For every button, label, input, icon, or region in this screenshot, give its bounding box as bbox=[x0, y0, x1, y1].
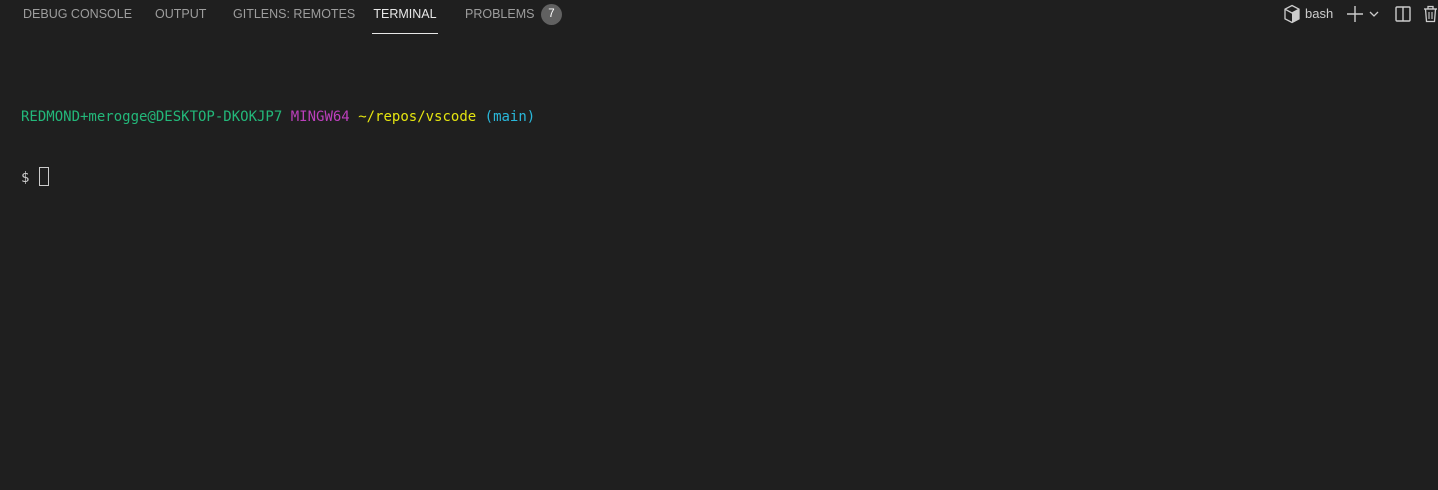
tab-gitlens-remotes[interactable]: GITLENS: REMOTES bbox=[233, 0, 355, 34]
split-terminal-icon[interactable] bbox=[1393, 3, 1413, 25]
shell-name-label[interactable]: bash bbox=[1305, 0, 1333, 28]
working-directory: ~/repos/vscode bbox=[358, 109, 477, 125]
terminal-cursor bbox=[38, 167, 49, 186]
git-branch: (main) bbox=[484, 109, 536, 125]
problems-count-badge: 7 bbox=[541, 4, 562, 25]
tab-output[interactable]: OUTPUT bbox=[155, 0, 206, 34]
prompt-line: $ bbox=[21, 167, 535, 187]
tab-problems[interactable]: PROBLEMS bbox=[465, 0, 534, 34]
terminal-output[interactable]: REDMOND+merogge@DESKTOP-DKOKJP7 MINGW64 … bbox=[21, 67, 535, 227]
panel-tab-bar: DEBUG CONSOLE OUTPUT GITLENS: REMOTES TE… bbox=[0, 0, 1438, 34]
tab-debug-console[interactable]: DEBUG CONSOLE bbox=[23, 0, 132, 34]
terminal-panel: DEBUG CONSOLE OUTPUT GITLENS: REMOTES TE… bbox=[0, 0, 1438, 490]
chevron-down-icon[interactable] bbox=[1368, 3, 1380, 25]
system-name: MINGW64 bbox=[290, 109, 350, 125]
plus-icon[interactable] bbox=[1346, 3, 1364, 25]
user-host: REDMOND+merogge@DESKTOP-DKOKJP7 bbox=[21, 109, 283, 125]
prompt-info-line: REDMOND+merogge@DESKTOP-DKOKJP7 MINGW64 … bbox=[21, 107, 535, 127]
box-icon[interactable] bbox=[1283, 4, 1301, 24]
trash-icon[interactable] bbox=[1423, 3, 1438, 25]
prompt-symbol: $ bbox=[21, 170, 30, 186]
tab-terminal[interactable]: TERMINAL bbox=[372, 0, 438, 34]
